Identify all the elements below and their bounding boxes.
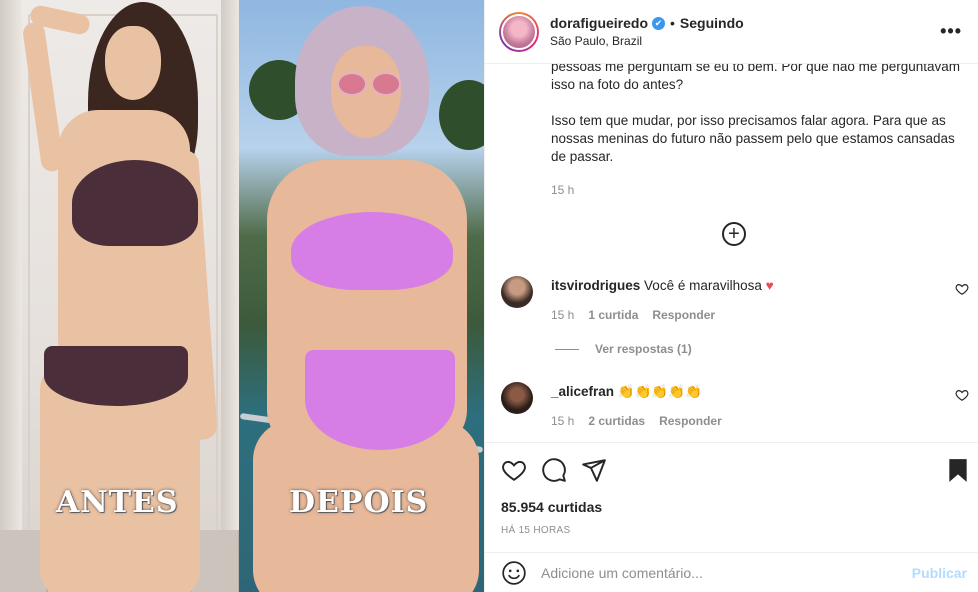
following-button[interactable]: Seguindo (680, 15, 744, 31)
separator-dot: • (670, 15, 675, 31)
publish-button[interactable]: Publicar (912, 565, 967, 581)
plus-circle-icon[interactable]: + (722, 222, 746, 246)
before-photo: ANTES (0, 0, 239, 592)
comments-section[interactable]: pessoas me perguntam se eu to bem. Por q… (485, 64, 978, 442)
comment-time[interactable]: 15 h (551, 308, 574, 322)
comment-body: itsvirodrigues Você é maravilhosa ♥ (551, 278, 951, 293)
author-info: dorafigueiredo ✔ • Seguindo São Paulo, B… (550, 15, 940, 48)
door-frame-right (221, 0, 239, 592)
caption-time: 15 h (551, 183, 575, 197)
comment-time[interactable]: 15 h (551, 414, 574, 428)
comment-body: _alicefran 👏👏👏👏👏 (551, 384, 951, 400)
pink-sunglasses-right (371, 72, 401, 96)
replies-line (555, 348, 579, 350)
comment-likes[interactable]: 2 curtidas (588, 414, 645, 428)
commenter-username[interactable]: itsvirodrigues (551, 278, 640, 293)
smiley-icon[interactable] (501, 560, 527, 586)
comment-like-heart-icon[interactable] (955, 388, 969, 402)
post-image[interactable]: ANTES DEPOIS (0, 0, 484, 592)
author-username[interactable]: dorafigueiredo (550, 15, 648, 31)
bikini-top-dark (72, 160, 198, 246)
pink-sunglasses (337, 72, 367, 96)
bikini-bottom-dark (44, 346, 188, 406)
bikini-bottom-pink (305, 350, 455, 450)
caption-paragraph-2: Isso tem que mudar, por isso precisamos … (551, 113, 955, 164)
comment-item: _alicefran 👏👏👏👏👏 15 h 2 curtidas Respond… (501, 382, 971, 442)
more-options-icon[interactable]: ••• (940, 21, 962, 42)
author-row: dorafigueiredo ✔ • Seguindo (550, 15, 940, 31)
like-count[interactable]: 85.954 curtidas (501, 499, 602, 515)
post-header: dorafigueiredo ✔ • Seguindo São Paulo, B… (485, 0, 978, 64)
commenter-username[interactable]: _alicefran (551, 384, 614, 399)
comment-item: itsvirodrigues Você é maravilhosa ♥ 15 h… (501, 276, 971, 336)
post-location[interactable]: São Paulo, Brazil (550, 34, 940, 48)
author-avatar-image (501, 13, 537, 50)
comment-input[interactable] (541, 564, 912, 581)
heart-icon[interactable] (501, 457, 527, 483)
bikini-top-pink (291, 212, 453, 290)
paper-plane-icon[interactable] (581, 457, 607, 483)
action-icons (501, 457, 971, 483)
comment-text: Você é maravilhosa (644, 278, 762, 293)
comment-like-heart-icon[interactable] (955, 282, 969, 296)
comment-likes[interactable]: 1 curtida (588, 308, 638, 322)
caption-paragraph-1: pessoas me perguntam se eu to bem. Por q… (551, 64, 960, 92)
commenter-avatar[interactable] (501, 276, 533, 308)
author-avatar[interactable] (499, 11, 539, 52)
view-replies[interactable]: Ver respostas (1) (555, 342, 692, 356)
reply-button[interactable]: Responder (659, 414, 722, 428)
post-caption: pessoas me perguntam se eu to bem. Por q… (551, 64, 963, 184)
post-actions: 85.954 curtidas HÁ 15 HORAS (485, 442, 978, 552)
door-frame-left (0, 0, 22, 592)
post-timestamp[interactable]: HÁ 15 HORAS (501, 525, 570, 536)
add-comment-bar: Publicar (485, 552, 978, 592)
after-photo: DEPOIS (239, 0, 484, 592)
comment-bubble-icon[interactable] (541, 457, 567, 483)
tree-2 (439, 80, 484, 150)
face (105, 26, 161, 100)
view-replies-label: Ver respostas (1) (595, 342, 692, 356)
clapping-hands-emoji: 👏👏👏👏👏 (617, 384, 702, 399)
comment-meta: 15 h 1 curtida Responder (551, 308, 715, 322)
after-label: DEPOIS (289, 485, 429, 520)
verified-badge-icon: ✔ (652, 16, 666, 30)
comment-meta: 15 h 2 curtidas Responder (551, 414, 722, 428)
bookmark-icon[interactable] (945, 457, 971, 483)
reply-button[interactable]: Responder (652, 308, 715, 322)
post-sidebar: dorafigueiredo ✔ • Seguindo São Paulo, B… (484, 0, 978, 592)
before-label: ANTES (56, 485, 179, 520)
red-heart-emoji: ♥ (765, 278, 774, 293)
commenter-avatar[interactable] (501, 382, 533, 414)
